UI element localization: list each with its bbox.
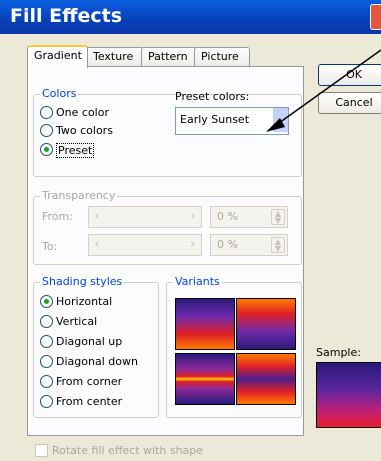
spin-arrows-icon[interactable]: ▲ ▼ (271, 209, 285, 225)
tab-gradient[interactable]: Gradient (27, 45, 88, 68)
from-label: From: (42, 210, 73, 223)
to-slider[interactable]: ‹ › (88, 234, 202, 256)
radio-circle (40, 355, 53, 368)
radio-circle (40, 315, 53, 328)
shading-styles-title: Shading styles (40, 275, 125, 288)
fill-effects-dialog: Fill Effects Gradient Texture Pattern Pi… (0, 0, 381, 461)
from-slider[interactable]: ‹ › (88, 206, 202, 228)
radio-circle (40, 143, 53, 156)
radio-label: Horizontal (56, 295, 113, 308)
cancel-button[interactable]: Cancel (318, 92, 381, 114)
radio-circle (40, 375, 53, 388)
radio-label: Two colors (56, 124, 113, 137)
preset-colors-dropdown[interactable]: Early Sunset (175, 107, 289, 135)
from-value: 0 % (217, 210, 238, 223)
radio-circle (40, 335, 53, 348)
tab-picture[interactable]: Picture (194, 47, 250, 66)
sample-preview (316, 362, 381, 428)
radio-circle (40, 395, 53, 408)
radio-circle (40, 124, 53, 137)
variants-title: Variants (173, 275, 222, 288)
preset-colors-value: Early Sunset (180, 113, 250, 126)
arrow-right-icon[interactable]: › (185, 207, 201, 227)
radio-label: One color (56, 106, 109, 119)
to-spinbox[interactable]: 0 % ▲ ▼ (210, 234, 288, 256)
variant-3[interactable] (175, 353, 235, 405)
rotate-fill-label: Rotate fill effect with shape (52, 444, 204, 457)
from-spinbox[interactable]: 0 % ▲ ▼ (210, 206, 288, 228)
arrow-left-icon[interactable]: ‹ (89, 235, 105, 255)
close-button[interactable] (370, 4, 381, 30)
title-bar: Fill Effects (0, 0, 381, 34)
radio-circle (40, 295, 53, 308)
preset-colors-label: Preset colors: (175, 90, 250, 103)
arrow-left-icon[interactable]: ‹ (89, 207, 105, 227)
radio-label: From corner (56, 375, 123, 388)
variant-1[interactable] (175, 298, 235, 350)
radio-label: From center (56, 395, 123, 408)
rotate-fill-checkbox[interactable] (35, 444, 48, 457)
dialog-title: Fill Effects (10, 5, 123, 27)
scroll-up-button[interactable] (272, 108, 288, 132)
to-value: 0 % (217, 238, 238, 251)
tab-texture[interactable]: Texture (86, 47, 144, 66)
radio-label: Vertical (56, 315, 98, 328)
tab-pattern[interactable]: Pattern (141, 47, 197, 66)
radio-label: Diagonal up (56, 335, 123, 348)
sample-label: Sample: (316, 346, 361, 359)
variant-2[interactable] (236, 298, 296, 350)
radio-label: Preset (56, 143, 95, 158)
spin-arrows-icon[interactable]: ▲ ▼ (271, 237, 285, 253)
to-label: To: (42, 240, 58, 253)
colors-group-title: Colors (40, 87, 79, 100)
transparency-group-title: Transparency (40, 189, 118, 202)
radio-label: Diagonal down (56, 355, 138, 368)
variant-4[interactable] (236, 353, 296, 405)
radio-circle (40, 106, 53, 119)
ok-button[interactable]: OK (318, 64, 381, 86)
arrow-right-icon[interactable]: › (185, 235, 201, 255)
